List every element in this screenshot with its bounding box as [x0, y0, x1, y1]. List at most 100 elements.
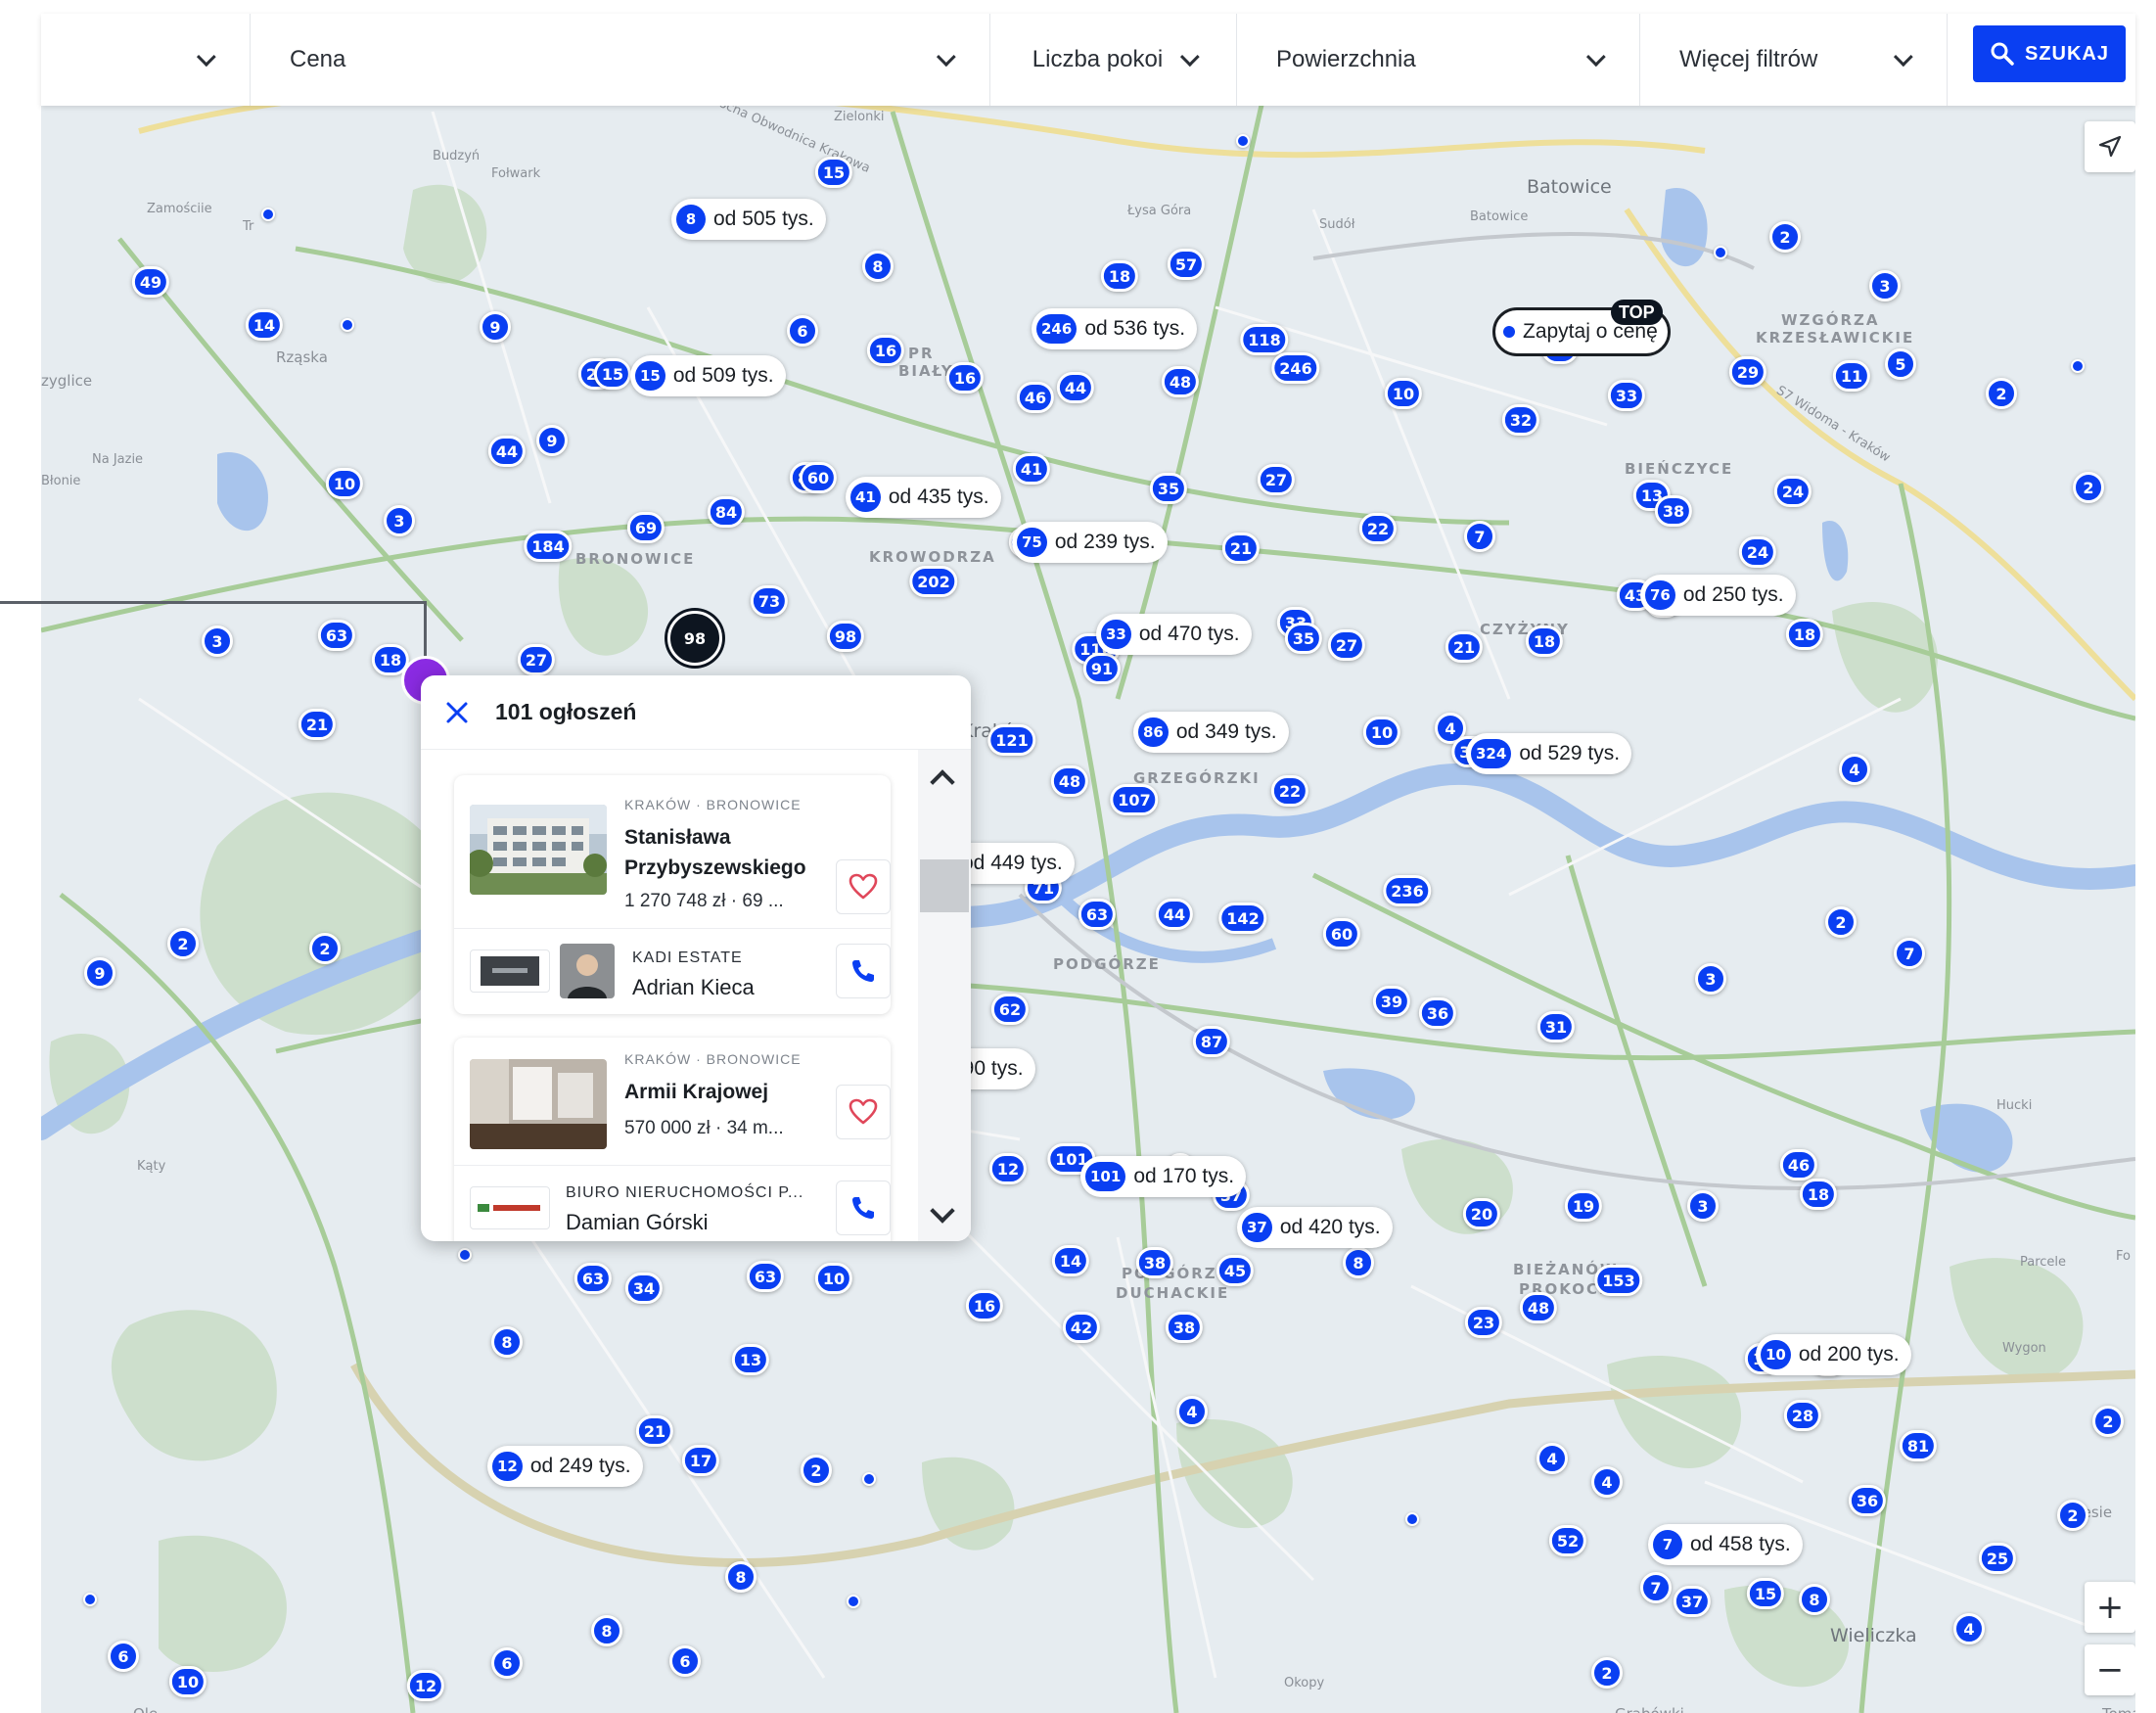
listing-count-marker[interactable]: 60 — [799, 462, 838, 493]
listing-street[interactable]: Armii Krajowej — [624, 1077, 830, 1107]
listing-count-marker[interactable]: 8 — [862, 251, 894, 282]
listing-count-marker[interactable]: 62 — [990, 994, 1030, 1025]
listing-count-marker[interactable]: 18 — [1799, 1179, 1838, 1210]
listing-count-marker[interactable]: 8 — [591, 1615, 622, 1646]
price-marker[interactable]: 12 od 249 tys. — [487, 1446, 643, 1487]
listing-count-marker[interactable]: 12 — [406, 1670, 445, 1701]
listing-count-marker[interactable]: 42 — [1062, 1312, 1101, 1343]
price-marker[interactable]: 7 od 458 tys. — [1648, 1524, 1803, 1565]
listing-count-marker[interactable]: 236 — [1383, 875, 1432, 906]
listing-count-marker[interactable]: 2 — [2057, 1500, 2088, 1531]
listing-count-marker[interactable]: 2 — [309, 933, 341, 964]
listing-count-marker[interactable]: 3 — [1869, 270, 1901, 301]
listing-count-marker[interactable]: 18 — [1525, 625, 1564, 657]
rooms-filter-dropdown[interactable]: Liczba pokoi — [990, 14, 1237, 106]
listing-count-marker[interactable]: 25 — [1978, 1543, 2017, 1574]
listing-count-marker[interactable]: 34 — [624, 1273, 664, 1304]
listing-count-marker[interactable]: 3 — [1695, 963, 1726, 995]
listing-count-marker[interactable]: 16 — [866, 335, 905, 366]
listing-count-marker[interactable]: 14 — [245, 309, 284, 341]
listing-card[interactable]: KRAKÓW · BRONOWICE Armii Krajowej 570 00… — [454, 1038, 891, 1241]
listing-count-marker[interactable]: 38 — [1654, 495, 1693, 527]
zoom-in-button[interactable]: + — [2085, 1582, 2135, 1633]
price-marker[interactable]: 75 od 239 tys. — [1012, 522, 1168, 563]
popup-scrollbar-thumb[interactable] — [920, 859, 969, 912]
price-marker[interactable]: 246 od 536 tys. — [1032, 308, 1198, 349]
listing-count-marker[interactable]: 48 — [1050, 765, 1089, 797]
listing-count-marker[interactable]: 21 — [1445, 631, 1484, 663]
listing-count-marker[interactable]: 33 — [1607, 380, 1646, 411]
listing-count-marker[interactable]: 6 — [491, 1647, 523, 1679]
listing-count-marker[interactable]: 29 — [1728, 356, 1767, 388]
listing-count-marker[interactable]: 10 — [325, 468, 364, 499]
listing-count-marker[interactable]: 10 — [814, 1263, 853, 1294]
listing-count-marker[interactable]: 142 — [1218, 903, 1267, 934]
popup-scrollbar-track[interactable] — [918, 750, 971, 1241]
listing-street[interactable]: Stanisława Przybyszewskiego — [624, 822, 830, 883]
price-marker[interactable]: 8 od 505 tys. — [671, 199, 826, 240]
listing-count-marker[interactable]: 16 — [965, 1290, 1004, 1321]
listing-count-marker[interactable]: 2 — [2073, 472, 2104, 503]
listing-dot[interactable] — [1405, 1512, 1419, 1526]
listing-count-marker[interactable]: 38 — [1165, 1312, 1204, 1343]
listing-count-marker[interactable]: 21 — [635, 1415, 674, 1447]
listing-count-marker[interactable]: 21 — [1221, 532, 1261, 564]
listing-count-marker[interactable]: 9 — [480, 311, 511, 343]
listing-count-marker[interactable]: 44 — [487, 436, 527, 467]
listing-count-marker[interactable]: 5 — [1885, 348, 1916, 380]
listing-count-marker[interactable]: 84 — [707, 496, 746, 528]
listing-count-marker[interactable]: 7 — [1464, 521, 1495, 552]
listing-count-marker[interactable]: 63 — [1078, 899, 1117, 930]
map-canvas[interactable]: Budzyń Zamościie Tr Fołwark Rząska zyglice Na … — [41, 14, 2135, 1713]
listing-count-marker[interactable]: 24 — [1738, 536, 1777, 568]
listing-count-marker[interactable]: 98 — [826, 621, 865, 652]
listing-dot[interactable] — [261, 208, 275, 221]
listing-count-marker[interactable]: 2 — [167, 928, 199, 959]
search-button[interactable]: SZUKAJ — [1973, 25, 2126, 82]
listing-count-marker[interactable]: 202 — [909, 566, 958, 597]
listing-count-marker[interactable]: 32 — [1501, 404, 1540, 436]
listing-count-marker[interactable]: 28 — [1783, 1400, 1822, 1431]
call-agent-button[interactable] — [836, 944, 891, 998]
listing-count-marker[interactable]: 9 — [536, 425, 568, 456]
listing-count-marker[interactable]: 10 — [168, 1666, 207, 1697]
listing-count-marker[interactable]: 2 — [1825, 906, 1857, 938]
call-agent-button[interactable] — [836, 1181, 891, 1235]
listing-count-marker[interactable]: 2 — [801, 1455, 832, 1486]
listing-count-marker[interactable]: 118 — [1240, 324, 1289, 355]
listing-count-marker[interactable]: 16 — [945, 362, 985, 394]
close-icon[interactable] — [444, 700, 470, 725]
listing-count-marker[interactable]: 184 — [524, 531, 573, 562]
listing-count-marker[interactable]: 2 — [1986, 378, 2017, 409]
listing-count-marker[interactable]: 38 — [1135, 1247, 1174, 1278]
listing-count-marker[interactable]: 15 — [593, 358, 632, 390]
listing-count-marker[interactable]: 48 — [1519, 1292, 1558, 1323]
listing-count-marker[interactable]: 7 — [1894, 938, 1925, 969]
listing-count-marker[interactable]: 44 — [1155, 899, 1194, 930]
listing-count-marker[interactable]: 35 — [1149, 473, 1188, 504]
listing-dot[interactable] — [862, 1472, 876, 1486]
price-marker[interactable]: 33 od 470 tys. — [1096, 614, 1252, 655]
listing-count-marker[interactable]: 37 — [1673, 1586, 1712, 1617]
locate-me-button[interactable] — [2085, 121, 2135, 172]
listing-count-marker[interactable]: 87 — [1192, 1026, 1231, 1057]
listing-count-marker[interactable]: 4 — [1537, 1443, 1568, 1474]
first-filter-dropdown[interactable] — [41, 14, 251, 106]
listing-count-marker[interactable]: 31 — [1537, 1011, 1576, 1042]
listing-count-marker[interactable]: 6 — [108, 1641, 139, 1672]
listing-count-marker[interactable]: 4 — [1591, 1466, 1623, 1498]
listing-count-marker[interactable]: 4 — [1176, 1396, 1208, 1427]
listing-count-marker[interactable]: 45 — [1216, 1255, 1255, 1286]
favorite-button[interactable] — [836, 1085, 891, 1139]
price-marker[interactable]: 324 od 529 tys. — [1466, 733, 1632, 774]
listing-count-marker[interactable]: 46 — [1016, 382, 1055, 413]
listing-count-marker[interactable]: 36 — [1848, 1485, 1887, 1516]
listing-count-marker[interactable]: 73 — [750, 585, 789, 617]
listing-count-marker[interactable]: 2 — [1769, 221, 1801, 253]
listing-count-marker[interactable]: 20 — [1462, 1198, 1501, 1229]
listing-count-marker[interactable]: 246 — [1271, 352, 1320, 384]
listing-count-marker[interactable]: 57 — [1167, 249, 1206, 280]
price-marker[interactable]: 10 od 200 tys. — [1756, 1334, 1911, 1375]
listing-dot[interactable] — [83, 1593, 97, 1606]
listing-count-marker[interactable]: 14 — [1051, 1245, 1090, 1276]
